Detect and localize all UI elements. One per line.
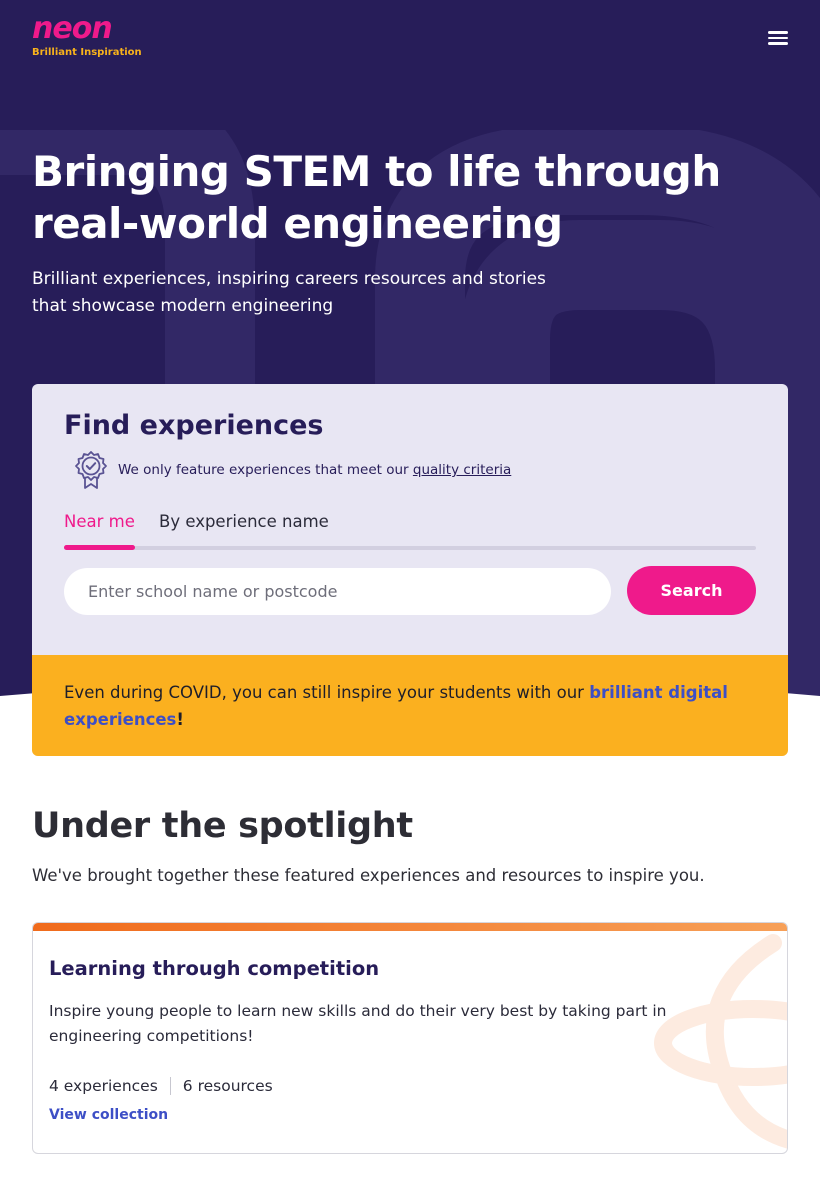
card-description-line2: engineering competitions! xyxy=(49,1027,254,1045)
covid-banner-suffix: ! xyxy=(176,710,184,729)
postcode-search-input[interactable] xyxy=(64,568,611,615)
resources-count: 6 resources xyxy=(182,1077,273,1095)
logo-tagline: Brilliant Inspiration xyxy=(32,47,142,58)
tab-track xyxy=(64,546,756,550)
tab-active-indicator xyxy=(64,545,135,550)
award-badge-icon xyxy=(75,451,107,489)
card-description-line1: Inspire young people to learn new skills… xyxy=(49,1002,667,1020)
hero-title-line2: real-world engineering xyxy=(32,199,563,248)
search-tabs: Near me By experience name xyxy=(64,512,756,552)
tab-near-me[interactable]: Near me xyxy=(64,512,135,531)
logo-wordmark: neon xyxy=(32,11,113,46)
card-meta: 4 experiences 6 resources xyxy=(49,1077,273,1095)
card-description: Inspire young people to learn new skills… xyxy=(49,999,709,1049)
quality-text-body: We only feature experiences that meet ou… xyxy=(118,462,409,478)
experiences-count: 4 experiences xyxy=(49,1077,158,1095)
hero-subtitle: Brilliant experiences, inspiring careers… xyxy=(32,266,562,320)
quality-note: We only feature experiences that meet ou… xyxy=(74,450,511,490)
covid-banner: Even during COVID, you can still inspire… xyxy=(32,655,788,756)
hero-title: Bringing STEM to life through real-world… xyxy=(32,146,752,250)
view-collection-link[interactable]: View collection xyxy=(49,1107,168,1123)
card-accent-bar xyxy=(33,923,787,931)
hero-title-line1: Bringing STEM to life through xyxy=(32,147,721,196)
quality-text: We only feature experiences that meet ou… xyxy=(118,462,511,478)
digital-experiences-link-line1: brilliant digital xyxy=(589,683,728,702)
spotlight-card[interactable]: Learning through competition Inspire you… xyxy=(32,922,788,1154)
meta-divider xyxy=(169,1077,171,1095)
quality-criteria-link[interactable]: quality criteria xyxy=(413,462,511,478)
neon-logo[interactable]: neon Brilliant Inspiration xyxy=(32,14,142,70)
find-experiences-panel: Find experiences We only feature experie… xyxy=(32,384,788,756)
tab-by-experience-name[interactable]: By experience name xyxy=(159,512,329,531)
card-title: Learning through competition xyxy=(49,957,380,980)
covid-banner-text: Even during COVID, you can still inspire… xyxy=(64,683,590,702)
hamburger-menu-icon[interactable] xyxy=(764,28,792,52)
search-button[interactable]: Search xyxy=(627,566,756,615)
hero-subtitle-line2: that showcase modern engineering xyxy=(32,296,334,316)
digital-experiences-link-line2: experiences xyxy=(64,710,177,729)
finder-title: Find experiences xyxy=(64,410,324,441)
spotlight-title: Under the spotlight xyxy=(32,806,413,846)
hero-subtitle-line1: Brilliant experiences, inspiring careers… xyxy=(32,269,546,289)
spotlight-subtitle: We've brought together these featured ex… xyxy=(32,866,705,885)
